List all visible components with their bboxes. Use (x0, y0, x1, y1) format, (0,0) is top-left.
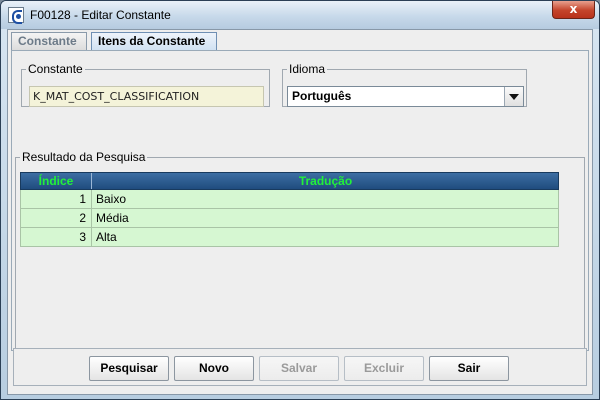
column-header-indice[interactable]: Índice (21, 173, 92, 189)
idioma-dropdown-button[interactable] (504, 87, 523, 106)
app-icon (8, 7, 24, 24)
cell-index: 1 (21, 190, 92, 208)
cell-translation: Média (96, 211, 129, 225)
idioma-select[interactable]: Português (287, 86, 524, 107)
table-row[interactable]: 1 Baixo (20, 190, 559, 209)
table-row[interactable]: 2 Média (20, 209, 559, 228)
client-area: Constante Itens da Constante Constante K… (7, 29, 593, 395)
constante-group: Constante K_MAT_COST_CLASSIFICATION (21, 62, 270, 107)
table-header: Índice Tradução (20, 172, 559, 190)
novo-button[interactable]: Novo (174, 356, 254, 381)
app-window: F00128 - Editar Constante x Constante It… (0, 0, 600, 400)
column-header-traducao[interactable]: Tradução (93, 173, 558, 189)
button-bar: Pesquisar Novo Salvar Excluir Sair (13, 348, 587, 386)
results-group: Resultado da Pesquisa Índice Tradução 1 … (15, 150, 585, 373)
pesquisar-button[interactable]: Pesquisar (89, 356, 169, 381)
tab-constante[interactable]: Constante (11, 32, 87, 50)
table-row[interactable]: 3 Alta (20, 228, 559, 247)
chevron-down-icon (509, 94, 519, 100)
cell-index: 2 (21, 209, 92, 227)
tab-itens-da-constante[interactable]: Itens da Constante (91, 32, 217, 52)
results-legend: Resultado da Pesquisa (22, 150, 146, 164)
window-title: F00128 - Editar Constante (30, 8, 171, 22)
constante-field: K_MAT_COST_CLASSIFICATION (29, 86, 264, 107)
title-bar[interactable]: F00128 - Editar Constante x (1, 1, 599, 29)
close-button[interactable]: x (552, 1, 595, 19)
tab-panel: Constante K_MAT_COST_CLASSIFICATION Idio… (11, 50, 589, 373)
idioma-group: Idioma Português (282, 62, 527, 107)
excluir-button[interactable]: Excluir (344, 356, 424, 381)
idioma-selected-value: Português (292, 89, 352, 103)
cell-translation: Alta (96, 230, 117, 244)
constante-legend: Constante (28, 62, 83, 76)
cell-translation: Baixo (96, 192, 127, 206)
salvar-button[interactable]: Salvar (259, 356, 339, 381)
idioma-legend: Idioma (289, 62, 326, 76)
cell-index: 3 (21, 228, 92, 246)
sair-button[interactable]: Sair (429, 356, 509, 381)
